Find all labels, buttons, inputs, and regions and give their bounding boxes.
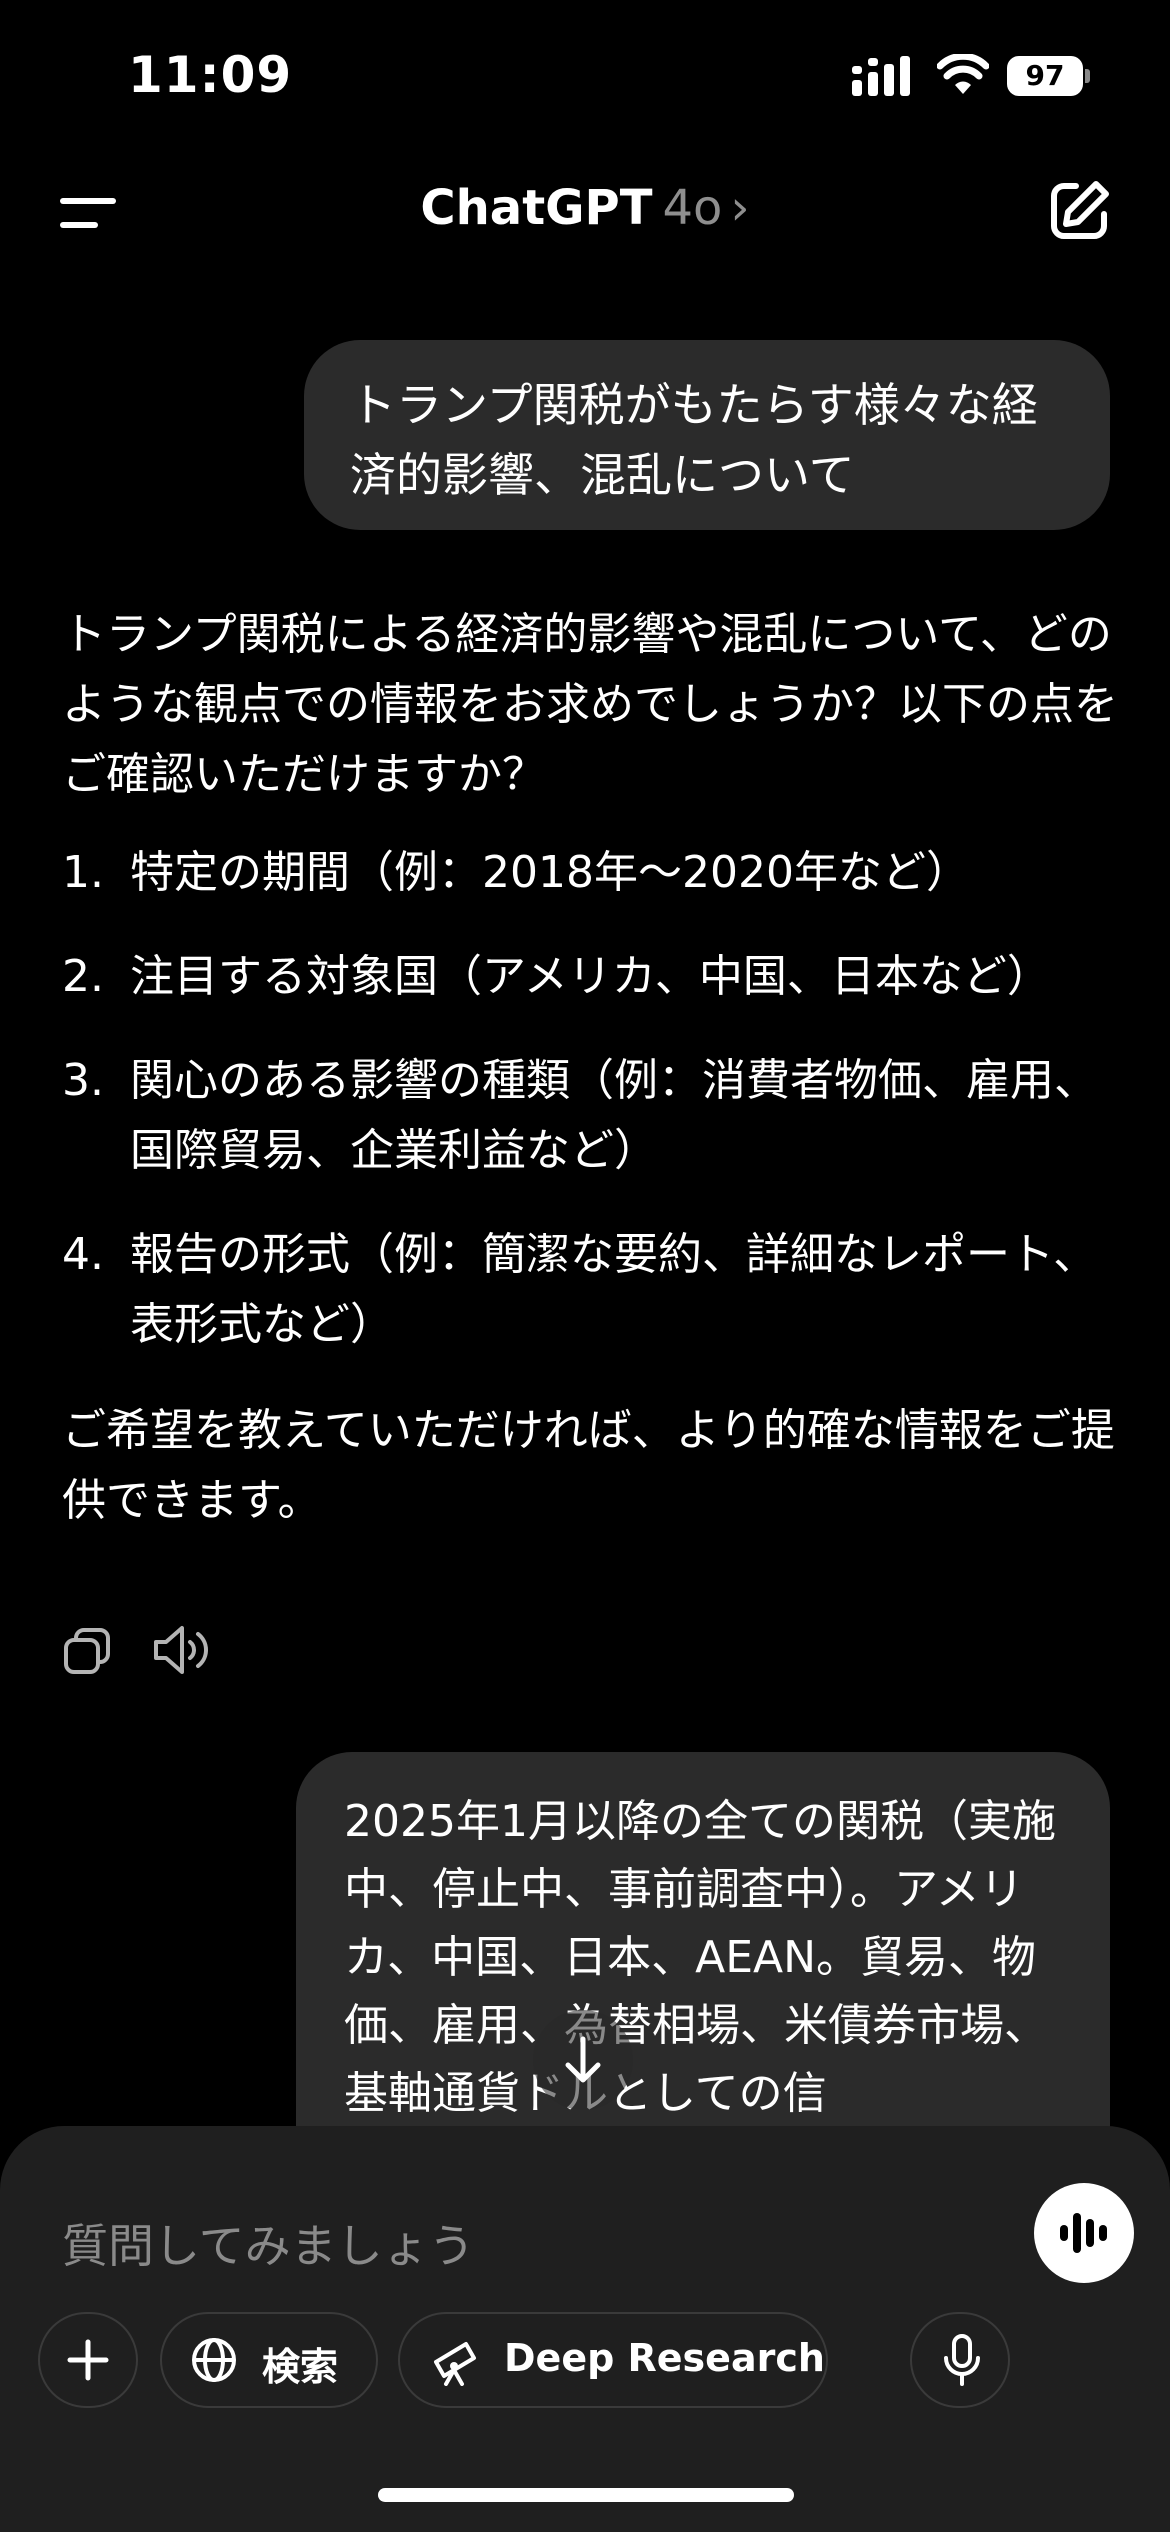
- list-item: 2. 注目する対象国（アメリカ、中国、日本など）: [62, 951, 1051, 1002]
- telescope-icon: [434, 2342, 476, 2386]
- plus-icon: [67, 2339, 109, 2381]
- app-title: ChatGPT: [420, 180, 653, 236]
- model-name: 4o: [662, 180, 723, 236]
- deep-research-button[interactable]: Deep Research: [398, 2312, 828, 2408]
- battery-icon: 97: [1007, 56, 1090, 96]
- speaker-icon[interactable]: [152, 1624, 212, 1676]
- user-message-text: トランプ関税がもたらす様々な経済的影響、混乱について: [350, 378, 1038, 502]
- battery-level: 97: [1007, 56, 1083, 96]
- search-button[interactable]: 検索: [160, 2312, 378, 2408]
- composer: 質問してみましょう 検索 Deep Research: [0, 2126, 1170, 2532]
- battery-cap: [1085, 69, 1090, 83]
- globe-icon: [192, 2338, 236, 2382]
- add-attachment-button[interactable]: [38, 2312, 138, 2408]
- user-message-text: 2025年1月以降の全ての関税（実施中、停止中、事前調査中）。アメリカ、中国、日…: [344, 1796, 1056, 2119]
- message-actions: [62, 1620, 222, 1680]
- microphone-icon: [944, 2334, 980, 2386]
- message-input[interactable]: 質問してみましょう: [62, 2210, 475, 2276]
- status-time: 11:09: [128, 46, 293, 104]
- assistant-list: 1. 特定の期間（例：2018年〜2020年など） 2. 注目する対象国（アメリカ、…: [62, 838, 1122, 1360]
- model-selector[interactable]: ChatGPT 4o ›: [0, 180, 1170, 236]
- home-indicator: [378, 2488, 794, 2502]
- user-message-bubble[interactable]: トランプ関税がもたらす様々な経済的影響、混乱について: [304, 340, 1110, 530]
- voice-mode-button[interactable]: [1034, 2183, 1134, 2283]
- deep-research-label: Deep Research: [504, 2336, 825, 2380]
- copy-icon[interactable]: [62, 1626, 112, 1676]
- scroll-to-bottom-button[interactable]: [533, 2010, 633, 2110]
- search-label: 検索: [262, 2345, 339, 2389]
- dictation-button[interactable]: [910, 2312, 1010, 2408]
- voice-waveform-icon: [1060, 2213, 1107, 2253]
- arrow-down-icon: [565, 2036, 601, 2083]
- cellular-signal-icon: [852, 56, 910, 96]
- wifi-icon: [937, 54, 989, 94]
- assistant-intro: トランプ関税による経済的影響や混乱について、どのような観点での情報をお求めでしょ…: [62, 609, 1118, 800]
- chevron-right-icon: ›: [730, 180, 750, 236]
- edit-icon[interactable]: [1046, 178, 1112, 244]
- assistant-outro: ご希望を教えていただければ、より的確な情報をご提供できます。: [62, 1405, 1115, 1526]
- nav-bar: ChatGPT 4o ›: [0, 160, 1170, 260]
- list-item: 3. 関心のある影響の種類（例：消費者物価、雇用、国際貿易、企業利益など）: [62, 1055, 1098, 1176]
- list-item: 1. 特定の期間（例：2018年〜2020年など）: [62, 847, 970, 898]
- assistant-message: トランプ関税による経済的影響や混乱について、どのような観点での情報をお求めでしょ…: [62, 600, 1122, 1536]
- status-bar: 11:09 97: [0, 0, 1170, 150]
- list-item: 4. 報告の形式（例：簡潔な要約、詳細なレポート、表形式など）: [62, 1229, 1098, 1350]
